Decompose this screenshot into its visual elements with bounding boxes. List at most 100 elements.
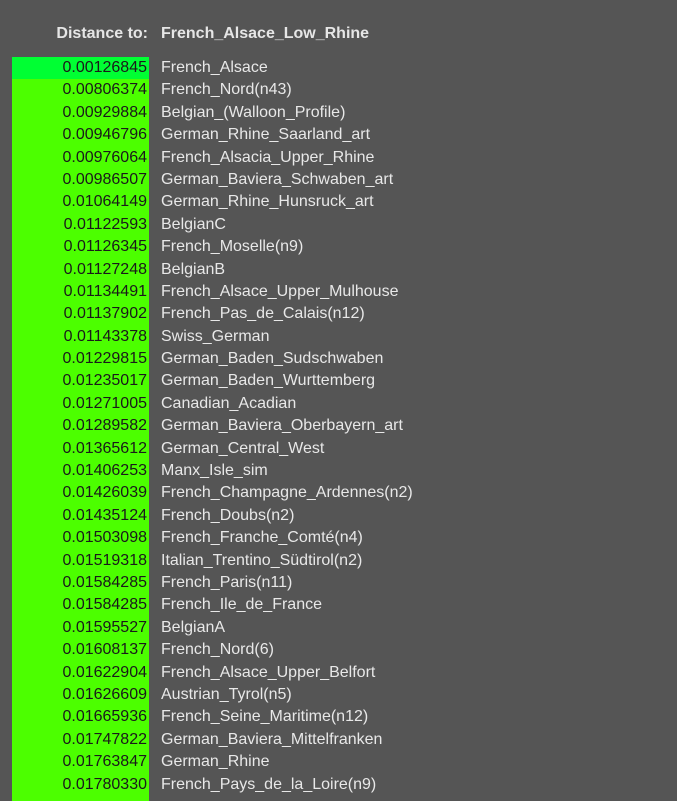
target-population-name: French_Alsace_Low_Rhine — [161, 25, 370, 42]
distance-row: 0.01608137 French_Nord(6) — [0, 639, 677, 662]
population-name: BelgianB — [161, 260, 226, 278]
distance-row: 0.01763847 German_Rhine — [0, 751, 677, 774]
population-name: German_Rhine_Saarland_art — [161, 126, 371, 144]
distance-row: 0.01622904 French_Alsace_Upper_Belfort — [0, 661, 677, 684]
distance-row: 0.01426039 French_Champagne_Ardennes(n2) — [0, 482, 677, 505]
distance-row: 0.01595527 BelgianA — [0, 616, 677, 640]
distance-row: 0.00986507 German_Baviera_Schwaben_art — [0, 168, 677, 192]
distance-value: 0.01289582 — [12, 415, 149, 438]
distance-value: 0.00806374 — [12, 79, 149, 102]
distance-row: 0.01435124 French_Doubs(n2) — [0, 504, 677, 528]
population-name: French_Alsace_Upper_Belfort — [161, 663, 376, 681]
distance-value: 0.00929884 — [12, 101, 149, 125]
distance-value: 0.01665936 — [12, 706, 149, 729]
population-name: German_Baden_Sudschwaben — [161, 350, 384, 368]
population-name: French_Doubs(n2) — [161, 506, 295, 524]
population-name: French_Pas_de_Calais(n12) — [161, 305, 365, 323]
distance-row: 0.01235017 German_Baden_Wurttemberg — [0, 370, 677, 393]
distance-value: 0.01626609 — [12, 683, 149, 707]
population-name: French_Nord(n43) — [161, 81, 292, 99]
distance-value: 0.01503098 — [12, 527, 149, 550]
distance-row: 0.01780330 French_Pays_de_la_Loire(n9) — [0, 773, 677, 796]
population-name: French_Alsacia_Upper_Rhine — [161, 148, 375, 166]
distance-value: 0.01064149 — [12, 191, 149, 214]
population-name: French_Champagne_Ardennes(n2) — [161, 484, 413, 502]
distance-value: 0.01143378 — [12, 325, 149, 349]
distance-row: 0.01584285 French_Ile_de_France — [0, 594, 677, 617]
distance-value: 0.01780330 — [12, 773, 149, 796]
distance-row: 0.01289582 German_Baviera_Oberbayern_art — [0, 415, 677, 438]
population-name: German_Rhine_Hunsruck_art — [161, 193, 374, 211]
population-name: German_Rhine — [161, 753, 270, 771]
distance-row: 0.01229815 German_Baden_Sudschwaben — [0, 348, 677, 371]
population-name: German_Baviera_Mittelfranken — [161, 730, 383, 748]
population-name: French_Alsace — [161, 59, 268, 76]
population-name: BelgianC — [161, 215, 226, 233]
distance-list: 0.00126845 French_Alsace 0.00806374 French_… — [0, 57, 677, 796]
distance-row: 0.01665936 French_Seine_Maritime(n12) — [0, 706, 677, 729]
distance-value: 0.01426039 — [12, 482, 149, 505]
population-name: Austrian_Tyrol(n5) — [161, 685, 292, 703]
distance-row: 0.01519318 Italian_Trentino_Südtirol(n2) — [0, 549, 677, 572]
distance-value: 0.01622904 — [12, 661, 149, 684]
distance-value: 0.01595527 — [12, 616, 149, 640]
population-name: French_Franche_Comté(n4) — [161, 529, 363, 547]
distance-value: 0.00986507 — [12, 168, 149, 192]
distance-row: 0.00946796 German_Rhine_Saarland_art — [0, 124, 677, 147]
distance-value: 0.01126345 — [12, 236, 149, 259]
population-name: French_Nord(6) — [161, 641, 274, 659]
population-name: Belgian_(Walloon_Profile) — [161, 103, 346, 121]
population-name: Canadian_Acadian — [161, 394, 297, 412]
distance-value: 0.01519318 — [12, 549, 149, 572]
distance-value: 0.01365612 — [12, 437, 149, 461]
population-name: French_Seine_Maritime(n12) — [161, 708, 369, 726]
distance-row: 0.01122593 BelgianC — [0, 213, 677, 237]
distance-row: 0.00929884 Belgian_(Walloon_Profile) — [0, 101, 677, 125]
distance-row: 0.01126345 French_Moselle(n9) — [0, 236, 677, 259]
distance-row: 0.01137902 French_Pas_de_Calais(n12) — [0, 303, 677, 326]
distance-value: 0.01584285 — [12, 594, 149, 617]
distance-results-page: Distance to: French_Alsace_Low_Rhine 0.0… — [0, 0, 677, 801]
population-name: French_Paris(n11) — [161, 573, 293, 591]
distance-row: 0.01406253 Manx_Isle_sim — [0, 460, 677, 483]
distance-value: 0.01134491 — [12, 280, 149, 304]
distance-row: 0.01134491 French_Alsace_Upper_Mulhouse — [0, 280, 677, 304]
population-name: German_Central_West — [161, 439, 325, 457]
distance-value: 0.00946796 — [12, 124, 149, 147]
distance-value: 0.00126845 — [12, 57, 149, 80]
population-name: Manx_Isle_sim — [161, 462, 268, 480]
distance-to-label: Distance to: — [56, 25, 148, 42]
distance-row: 0.01064149 German_Rhine_Hunsruck_art — [0, 191, 677, 214]
distance-row: 0.01365612 German_Central_West — [0, 437, 677, 461]
distance-row: 0.01747822 German_Baviera_Mittelfranken — [0, 728, 677, 752]
distance-value: 0.01127248 — [12, 258, 149, 281]
population-name: French_Alsace_Upper_Mulhouse — [161, 282, 399, 300]
distance-value: 0.01608137 — [12, 639, 149, 662]
population-name: French_Ile_de_France — [161, 596, 322, 614]
distance-row: 0.01503098 French_Franche_Comté(n4) — [0, 527, 677, 550]
population-name: Swiss_German — [161, 327, 270, 345]
population-name: French_Pays_de_la_Loire(n9) — [161, 775, 377, 793]
distance-row: 0.01271005 Canadian_Acadian — [0, 392, 677, 416]
distance-row: 0.01626609 Austrian_Tyrol(n5) — [0, 683, 677, 707]
population-name: BelgianA — [161, 618, 226, 636]
distance-value: 0.01235017 — [12, 370, 149, 393]
population-name: German_Baviera_Schwaben_art — [161, 170, 394, 188]
distance-value: 0.01122593 — [12, 213, 149, 237]
distance-value: 0.01435124 — [12, 504, 149, 528]
distance-value: 0.01763847 — [12, 751, 149, 774]
population-name: German_Baviera_Oberbayern_art — [161, 417, 403, 435]
population-name: French_Moselle(n9) — [161, 238, 304, 256]
distance-row: 0.00976064 French_Alsacia_Upper_Rhine — [0, 146, 677, 169]
distance-value: 0.01229815 — [12, 348, 149, 371]
distance-value: 0.00976064 — [12, 146, 149, 169]
distance-value: 0.01406253 — [12, 460, 149, 483]
distance-value: 0.01137902 — [12, 303, 149, 326]
population-name: German_Baden_Wurttemberg — [161, 372, 376, 390]
distance-row: 0.00126845 French_Alsace — [0, 57, 677, 80]
distance-row: 0.00806374 French_Nord(n43) — [0, 79, 677, 102]
distance-row: 0.01143378 Swiss_German — [0, 325, 677, 349]
distance-value: 0.01584285 — [12, 571, 149, 595]
distance-row: 0.01127248 BelgianB — [0, 258, 677, 281]
results-header: Distance to: French_Alsace_Low_Rhine — [0, 25, 677, 47]
